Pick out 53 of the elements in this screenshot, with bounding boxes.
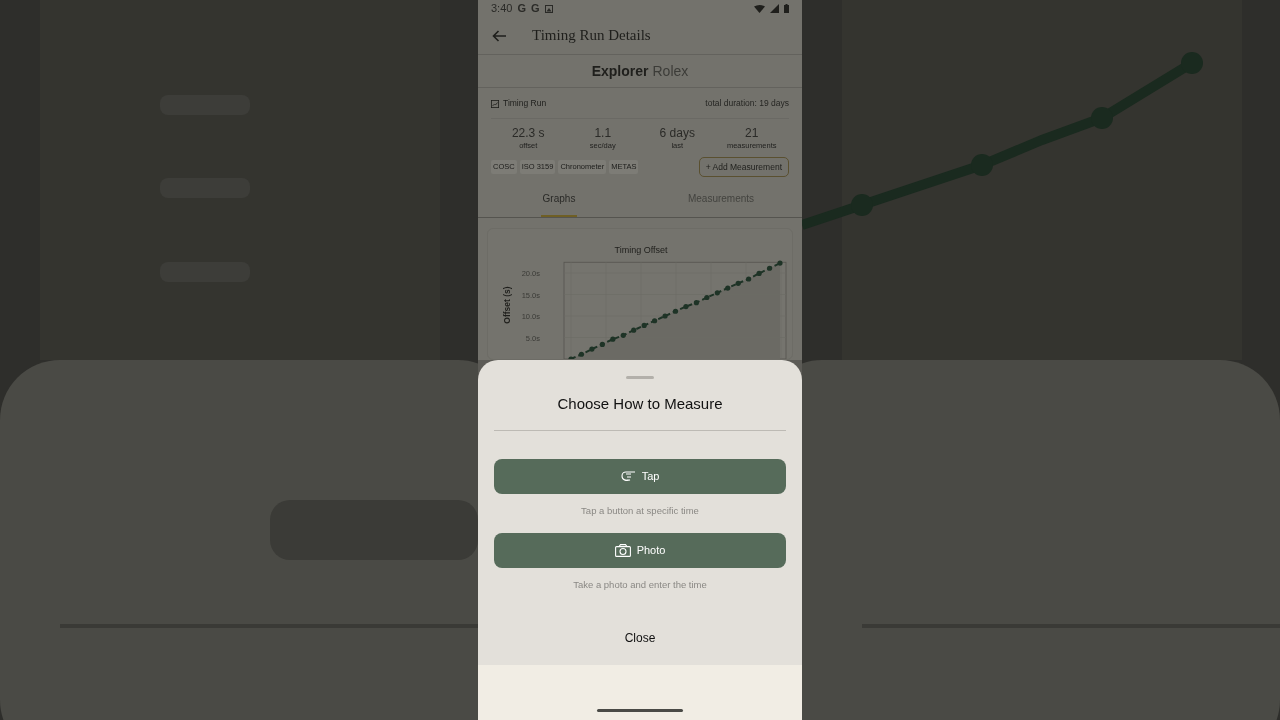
stat-value: 21	[745, 125, 759, 141]
data-point	[672, 308, 679, 314]
data-point	[620, 332, 626, 338]
signal-icon	[770, 4, 779, 14]
data-point	[568, 356, 574, 359]
data-point	[578, 351, 585, 357]
run-duration: total duration: 19 days	[705, 97, 789, 110]
run-title: Timing Run	[503, 97, 547, 110]
data-point	[756, 270, 762, 277]
status-time: 3:40	[491, 1, 513, 17]
wifi-icon	[754, 4, 765, 13]
close-button[interactable]: Close	[616, 627, 664, 649]
tab[interactable]: Graphs	[478, 191, 640, 217]
camera-icon	[614, 543, 631, 557]
pointing-hand-icon	[620, 470, 636, 482]
battery-icon	[784, 4, 789, 14]
chart-icon	[491, 99, 499, 108]
watch-model: Explorer	[591, 61, 649, 81]
home-indicator[interactable]	[597, 709, 683, 712]
data-point	[746, 276, 752, 282]
data-point	[652, 318, 658, 324]
data-point	[610, 336, 616, 342]
measure-option-button[interactable]: Photo	[494, 532, 786, 568]
data-point	[631, 327, 637, 333]
measure-option-button[interactable]: Tap	[494, 458, 786, 494]
y-axis-label: Offset (s)	[502, 286, 512, 324]
option-caption: Take a photo and enter the time	[573, 577, 707, 592]
data-point	[704, 294, 710, 301]
image-icon	[544, 4, 553, 13]
data-point	[683, 303, 689, 310]
data-point	[725, 285, 731, 291]
chart-title: Timing Offset	[614, 245, 668, 255]
data-point	[735, 280, 741, 286]
stat-value: 6 days	[659, 125, 695, 141]
data-point	[641, 322, 647, 329]
screen-title: Timing Run Details	[532, 26, 651, 46]
stat-value: 22.3 s	[511, 125, 545, 141]
drag-handle[interactable]	[626, 376, 654, 379]
notification-letter: G	[531, 1, 540, 17]
add-measurement-button[interactable]: + Add Measurement	[698, 157, 789, 177]
data-point	[599, 341, 605, 347]
data-point	[714, 290, 720, 296]
data-point	[662, 313, 668, 319]
data-point	[766, 265, 773, 271]
data-point	[693, 300, 699, 306]
stat-value: 1.1	[594, 125, 612, 141]
notification-letter: G	[517, 1, 526, 17]
data-point	[589, 346, 595, 352]
back-arrow-icon[interactable]	[492, 29, 506, 42]
sheet-title: Choose How to Measure	[557, 394, 723, 414]
watch-brand: Rolex	[652, 61, 689, 81]
option-caption: Tap a button at specific time	[581, 503, 699, 518]
data-point	[777, 260, 783, 266]
